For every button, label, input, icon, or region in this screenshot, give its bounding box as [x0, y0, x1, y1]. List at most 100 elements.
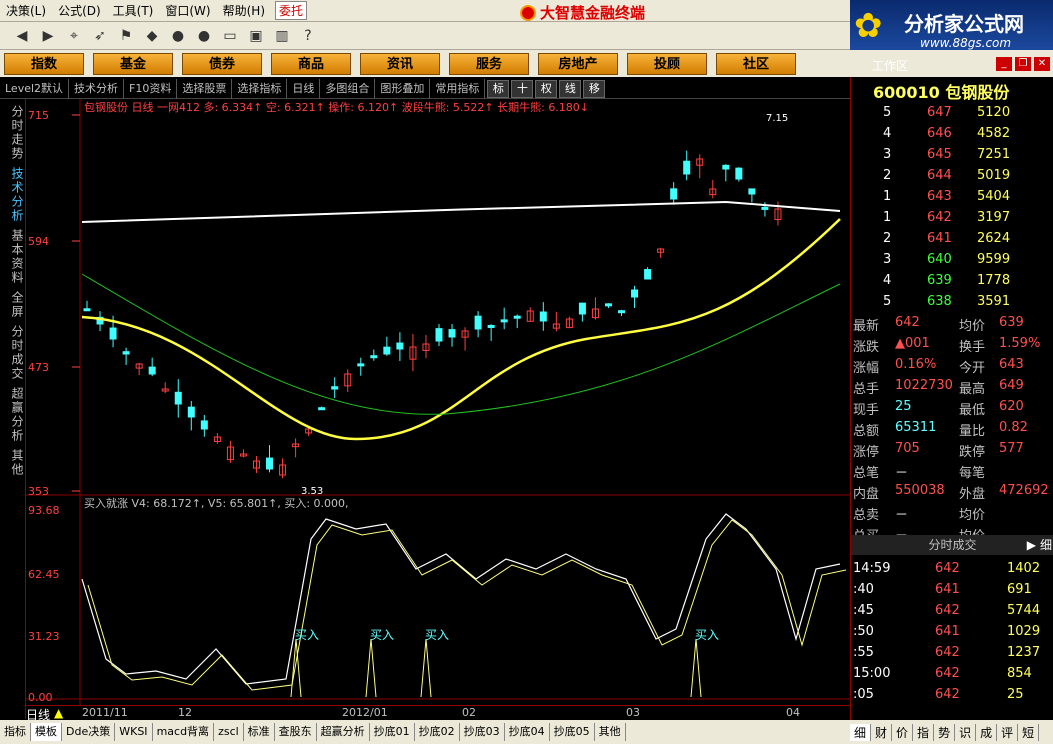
- window-icon[interactable]: ▣: [244, 25, 268, 47]
- tab-macd[interactable]: macd背离: [153, 723, 215, 741]
- common-indicators[interactable]: 常用指标: [430, 78, 486, 99]
- tab-dde[interactable]: Dde决策: [62, 723, 116, 741]
- entrust-button[interactable]: 委托: [275, 1, 308, 20]
- menu-formula[interactable]: 公式(D): [52, 2, 107, 19]
- period-daily[interactable]: 日线: [287, 78, 321, 99]
- side-tab-intraday[interactable]: 分时走势: [0, 105, 26, 161]
- tab-chaoying[interactable]: 超赢分析: [317, 723, 370, 741]
- tab-bottom01[interactable]: 抄底01: [370, 723, 415, 741]
- print-icon[interactable]: ▭: [218, 25, 242, 47]
- bid-row[interactable]: 5 638 3591: [851, 292, 1053, 313]
- binoculars-icon[interactable]: ⌖: [62, 25, 86, 47]
- back-icon[interactable]: ◀: [10, 25, 34, 47]
- nav-realestate[interactable]: 房地产: [538, 52, 618, 75]
- stock-icon[interactable]: ●: [166, 25, 190, 47]
- nav-info[interactable]: 资讯: [360, 52, 440, 75]
- fund-icon[interactable]: ●: [192, 25, 216, 47]
- nav-service[interactable]: 服务: [449, 52, 529, 75]
- tab-other[interactable]: 其他: [595, 723, 626, 741]
- close-icon[interactable]: ✕: [1034, 57, 1050, 71]
- tab-zscl[interactable]: zscl: [214, 723, 244, 741]
- stat-row[interactable]: 最新 642 均价 639: [851, 313, 1053, 334]
- mark-icon[interactable]: 标: [487, 79, 510, 98]
- line-icon[interactable]: 线: [559, 79, 582, 98]
- f10-info[interactable]: F10资料: [124, 78, 178, 99]
- qtab-price[interactable]: 价: [892, 723, 914, 741]
- ask-row[interactable]: 1 643 5404: [851, 187, 1053, 208]
- select-stock[interactable]: 选择股票: [177, 78, 233, 99]
- stat-row[interactable]: 涨停 705 跌停 577: [851, 439, 1053, 460]
- side-tab-fundamental[interactable]: 基本资料: [0, 229, 26, 285]
- bid-row[interactable]: 2 641 2624: [851, 229, 1053, 250]
- stat-row[interactable]: 总卖 － 均价: [851, 502, 1053, 523]
- bid-row[interactable]: 1 642 3197: [851, 208, 1053, 229]
- nav-bond[interactable]: 债券: [182, 52, 262, 75]
- kline-chart[interactable]: 包钢股份 日线 一网412 多: 6.334↑ 空: 6.321↑ 操作: 6.…: [26, 99, 850, 705]
- overlay[interactable]: 图形叠加: [375, 78, 431, 99]
- tab-indicator[interactable]: 指标: [0, 723, 31, 741]
- stat-row[interactable]: 总笔 － 每笔: [851, 460, 1053, 481]
- period-arrow-icon[interactable]: ▲: [54, 706, 63, 720]
- move-icon[interactable]: 移: [583, 79, 606, 98]
- qtab-trade[interactable]: 成: [976, 723, 998, 741]
- qtab-detail[interactable]: 细: [850, 723, 872, 741]
- tech-analysis[interactable]: 技术分析: [69, 78, 125, 99]
- side-tab-technical[interactable]: 技术分析: [0, 167, 26, 223]
- select-indicator[interactable]: 选择指标: [232, 78, 288, 99]
- ask-row[interactable]: 3 645 7251: [851, 145, 1053, 166]
- bid-row[interactable]: 4 639 1778: [851, 271, 1053, 292]
- restore-icon[interactable]: ❐: [1015, 57, 1031, 71]
- qtab-short[interactable]: 短: [1018, 723, 1040, 741]
- diamond-icon[interactable]: ◆: [140, 25, 164, 47]
- stat-row[interactable]: 涨跌 ▲001 换手 1.59%: [851, 334, 1053, 355]
- tab-bottom03[interactable]: 抄底03: [460, 723, 505, 741]
- stat-row[interactable]: 总额 65311 量比 0.82: [851, 418, 1053, 439]
- minimize-icon[interactable]: _: [996, 57, 1012, 71]
- stat-row[interactable]: 涨幅 0.16% 今开 643: [851, 355, 1053, 376]
- nav-community[interactable]: 社区: [716, 52, 796, 75]
- side-tab-fullscreen[interactable]: 全屏: [0, 291, 26, 319]
- stat-row[interactable]: 内盘 550038 外盘 472692: [851, 481, 1053, 502]
- crosshair-icon[interactable]: 十: [511, 79, 534, 98]
- books-icon[interactable]: ▥: [270, 25, 294, 47]
- level2-default[interactable]: Level2默认: [0, 78, 70, 99]
- tab-shareholder[interactable]: 查股东: [275, 723, 317, 741]
- nav-commodity[interactable]: 商品: [271, 52, 351, 75]
- side-tab-other[interactable]: 其他: [0, 449, 26, 477]
- flag-icon[interactable]: ⚑: [114, 25, 138, 47]
- qtab-trend[interactable]: 势: [934, 723, 956, 741]
- qtab-finance[interactable]: 财: [871, 723, 893, 741]
- stat-row[interactable]: 总手 1022730 最高 649: [851, 376, 1053, 397]
- multi-chart[interactable]: 多图组合: [320, 78, 376, 99]
- menu-help[interactable]: 帮助(H): [217, 2, 271, 19]
- tab-standard[interactable]: 标准: [244, 723, 275, 741]
- nav-fund[interactable]: 基金: [93, 52, 173, 75]
- nav-index[interactable]: 指数: [4, 52, 84, 75]
- bid-row[interactable]: 3 640 9599: [851, 250, 1053, 271]
- tab-bottom04[interactable]: 抄底04: [505, 723, 550, 741]
- ask-row[interactable]: 2 644 5019: [851, 166, 1053, 187]
- qtab-know[interactable]: 识: [955, 723, 977, 741]
- side-tab-chaoying[interactable]: 超赢分析: [0, 387, 26, 443]
- qtab-review[interactable]: 评: [997, 723, 1019, 741]
- rights-icon[interactable]: 权: [535, 79, 558, 98]
- menu-decision[interactable]: 决策(L): [0, 2, 52, 19]
- side-tab-ticks[interactable]: 分时成交: [0, 325, 26, 381]
- ticks-detail[interactable]: 细: [1040, 535, 1052, 555]
- tab-wksi[interactable]: WKSI: [115, 723, 153, 741]
- ask-row[interactable]: 4 646 4582: [851, 124, 1053, 145]
- menu-window[interactable]: 窗口(W): [159, 2, 216, 19]
- tab-bottom05[interactable]: 抄底05: [550, 723, 595, 741]
- tab-bottom02[interactable]: 抄底02: [415, 723, 460, 741]
- ask-row[interactable]: 5 647 5120: [851, 103, 1053, 124]
- nav-advisor[interactable]: 投顾: [627, 52, 707, 75]
- help-icon[interactable]: ?: [296, 25, 320, 47]
- pointer-icon[interactable]: ➶: [88, 25, 112, 47]
- forward-icon[interactable]: ▶: [36, 25, 60, 47]
- menu-tools[interactable]: 工具(T): [107, 2, 160, 19]
- tab-template[interactable]: 模板: [31, 723, 62, 741]
- chart-area[interactable]: 包钢股份 日线 一网412 多: 6.334↑ 空: 6.321↑ 操作: 6.…: [26, 99, 850, 705]
- ticks-arrow-icon[interactable]: ▶: [1027, 535, 1036, 555]
- stat-row[interactable]: 现手 25 最低 620: [851, 397, 1053, 418]
- qtab-index[interactable]: 指: [913, 723, 935, 741]
